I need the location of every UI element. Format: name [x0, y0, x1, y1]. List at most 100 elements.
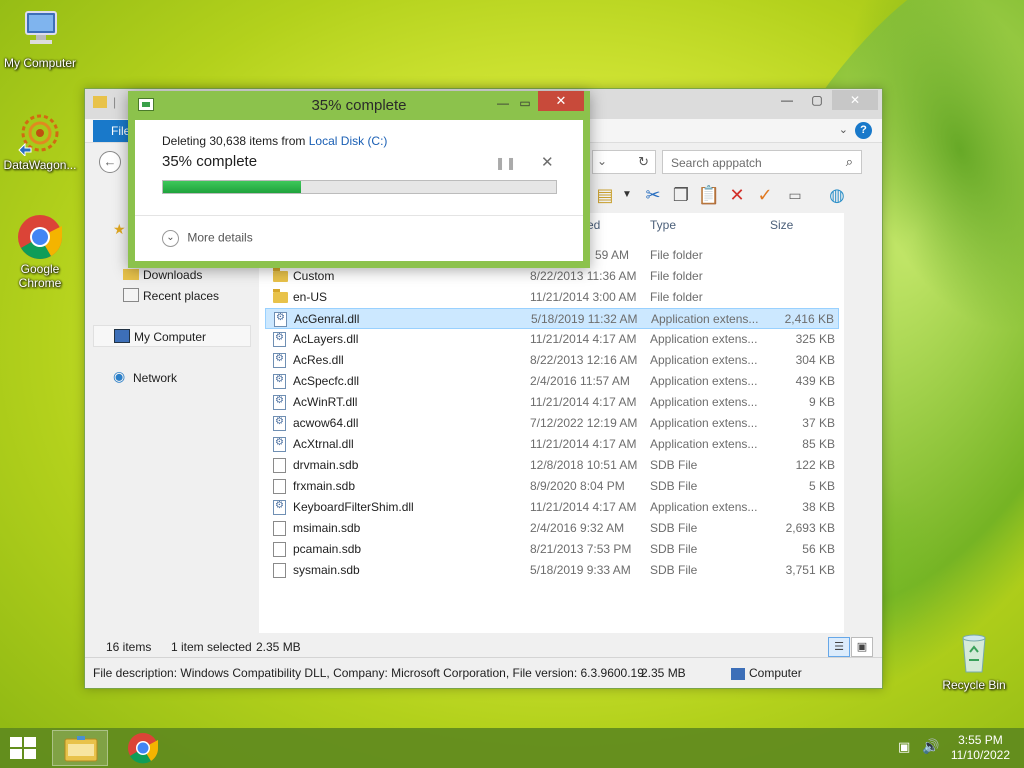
start-button[interactable]: [10, 737, 37, 760]
recent-places-icon: [123, 288, 139, 302]
minimize-button[interactable]: —: [772, 90, 802, 110]
more-details-button[interactable]: ⌄ More details: [162, 230, 253, 247]
chevron-down-icon: ⌄: [162, 230, 179, 247]
refresh-icon[interactable]: ↻: [638, 154, 649, 170]
maximize-button[interactable]: ▭: [514, 94, 536, 112]
cell-type: Application extens...: [650, 374, 758, 388]
desktop-icon-recycle-bin[interactable]: Recycle Bin: [934, 630, 1014, 692]
cut-icon[interactable]: ✂: [641, 183, 665, 207]
table-row[interactable]: pcamain.sdb 8/21/2013 7:53 PM SDB File 56 K…: [265, 539, 839, 560]
cell-date: 11/21/2014 4:17 AM: [530, 437, 637, 451]
column-header-type[interactable]: Type: [650, 213, 676, 235]
table-row[interactable]: AcGenral.dll 5/18/2019 11:32 AM Applicatio…: [265, 308, 839, 329]
table-row[interactable]: AcSpecfc.dll 2/4/2016 11:57 AM Application…: [265, 371, 839, 392]
maximize-button[interactable]: ▢: [802, 90, 832, 110]
toolbar: ▤ ▼ ✂ ❐ 📋 ✕ ✓ ▭ ◍: [585, 181, 875, 211]
source-drive-link[interactable]: Local Disk (C:): [309, 134, 388, 148]
cell-size: 2,416 KB: [784, 312, 834, 326]
cell-type: SDB File: [650, 521, 698, 535]
system-clock[interactable]: 3:55 PM 11/10/2022: [951, 733, 1010, 763]
cell-name: acwow64.dll: [293, 416, 359, 430]
cell-size: 5 KB: [808, 479, 835, 493]
nav-my-computer[interactable]: My Computer: [93, 325, 251, 347]
properties-icon[interactable]: ▤: [593, 183, 617, 207]
desktop-icon-my-computer[interactable]: My Computer: [0, 8, 80, 70]
table-row[interactable]: en-US 11/21/2014 3:00 AM File folder: [265, 287, 839, 308]
globe-icon[interactable]: ◍: [825, 183, 849, 207]
pause-icon[interactable]: ❚❚: [495, 156, 517, 170]
back-button[interactable]: ←: [99, 151, 121, 173]
cell-name: drvmain.sdb: [293, 458, 359, 472]
folder-icon: [273, 268, 288, 282]
table-row[interactable]: msimain.sdb 2/4/2016 9:32 AM SDB File 2,693…: [265, 518, 839, 539]
cell-date: 5/18/2019 9:33 AM: [530, 563, 631, 577]
table-row[interactable]: AcRes.dll 8/22/2013 12:16 AM Application e…: [265, 350, 839, 371]
network-tray-icon[interactable]: ▣: [898, 739, 910, 755]
table-row[interactable]: drvmain.sdb 12/8/2018 10:51 AM SDB File 122…: [265, 455, 839, 476]
dll-file-icon: [273, 416, 286, 431]
search-icon: ⌕: [845, 154, 853, 169]
chrome-icon: [128, 733, 159, 764]
desktop-icon-google-chrome[interactable]: Google Chrome: [0, 214, 80, 290]
table-row[interactable]: KeyboardFilterShim.dll 11/21/2014 4:17 AM…: [265, 497, 839, 518]
folder-icon: [93, 96, 107, 108]
details-view-button[interactable]: ☰: [828, 637, 850, 657]
cell-type: SDB File: [650, 563, 698, 577]
large-icons-view-button[interactable]: ▣: [851, 637, 873, 657]
cell-date: 11/21/2014 4:17 AM: [530, 500, 637, 514]
cell-date: 5/18/2019 11:32 AM: [531, 312, 638, 326]
table-row[interactable]: frxmain.sdb 8/9/2020 8:04 PM SDB File 5 KB: [265, 476, 839, 497]
computer-icon: [731, 668, 745, 680]
table-row[interactable]: AcXtrnal.dll 11/21/2014 4:17 AM Applicatio…: [265, 434, 839, 455]
details-size: 2.35 MB: [641, 666, 686, 680]
cancel-icon[interactable]: ✕: [541, 153, 554, 171]
new-folder-icon[interactable]: ▭: [783, 183, 807, 207]
table-row[interactable]: AcLayers.dll 11/21/2014 4:17 AM Applicatio…: [265, 329, 839, 350]
cell-type: SDB File: [650, 458, 698, 472]
cell-size: 439 KB: [795, 374, 835, 388]
clock-time: 3:55 PM: [958, 733, 1003, 747]
cell-name: msimain.sdb: [293, 521, 361, 535]
navigation-pane: ★ Downloads Recent places My Computer ◉ …: [93, 213, 259, 633]
datawagon-logo-icon: [17, 110, 63, 158]
paste-icon[interactable]: 📋: [697, 183, 721, 207]
chevron-down-icon[interactable]: ⌄: [839, 123, 848, 136]
chevron-down-icon[interactable]: ▼: [615, 183, 639, 207]
volume-icon[interactable]: 🔊: [922, 738, 939, 755]
cell-name: en-US: [293, 290, 328, 304]
delete-icon[interactable]: ✕: [725, 183, 749, 207]
status-bar: 16 items 1 item selected 2.35 MB ☰ ▣: [85, 633, 882, 659]
taskbar-chrome[interactable]: [115, 730, 171, 766]
dialog-body: Deleting 30,638 items from Local Disk (C…: [135, 120, 583, 261]
close-button[interactable]: ✕: [832, 90, 878, 110]
copy-icon[interactable]: ❐: [669, 183, 693, 207]
table-row[interactable]: sysmain.sdb 5/18/2019 9:33 AM SDB File 3,75…: [265, 560, 839, 581]
address-bar[interactable]: ⌄ ↻: [592, 150, 656, 174]
folder-icon: [273, 289, 288, 303]
cell-size: 325 KB: [795, 332, 835, 346]
dll-file-icon: [273, 353, 286, 368]
close-button[interactable]: ✕: [538, 91, 584, 111]
desktop-icon-datawagon[interactable]: DataWagon...: [0, 110, 80, 172]
search-input[interactable]: Search apppatch ⌕: [662, 150, 862, 174]
rename-checkmark-icon[interactable]: ✓: [753, 183, 777, 207]
table-row[interactable]: AcWinRT.dll 11/21/2014 4:17 AM Application…: [265, 392, 839, 413]
column-header-size[interactable]: Size: [770, 213, 793, 235]
minimize-button[interactable]: —: [492, 94, 514, 112]
dll-file-icon: [273, 395, 286, 410]
help-icon[interactable]: ?: [855, 122, 872, 139]
nav-recent-places[interactable]: Recent places: [93, 285, 251, 307]
taskbar-file-explorer[interactable]: [52, 730, 108, 766]
progress-bar-fill: [163, 181, 301, 193]
chevron-down-icon[interactable]: ⌄: [597, 154, 607, 168]
nav-network[interactable]: ◉ Network: [93, 367, 251, 389]
cell-date: 11/21/2014 4:17 AM: [530, 395, 637, 409]
dialog-titlebar[interactable]: 35% complete — ▭ ✕: [128, 91, 590, 119]
clock-date: 11/10/2022: [950, 748, 1010, 762]
cell-date: 2/4/2016 11:57 AM: [530, 374, 630, 388]
file-list: ed Type Size 59 AM File folder Custom 8/2…: [259, 213, 844, 633]
cell-name: AcSpecfc.dll: [293, 374, 360, 388]
desktop-icon-label: Google Chrome: [18, 262, 62, 290]
table-row[interactable]: Custom 8/22/2013 11:36 AM File folder: [265, 266, 839, 287]
table-row[interactable]: acwow64.dll 7/12/2022 12:19 AM Application…: [265, 413, 839, 434]
